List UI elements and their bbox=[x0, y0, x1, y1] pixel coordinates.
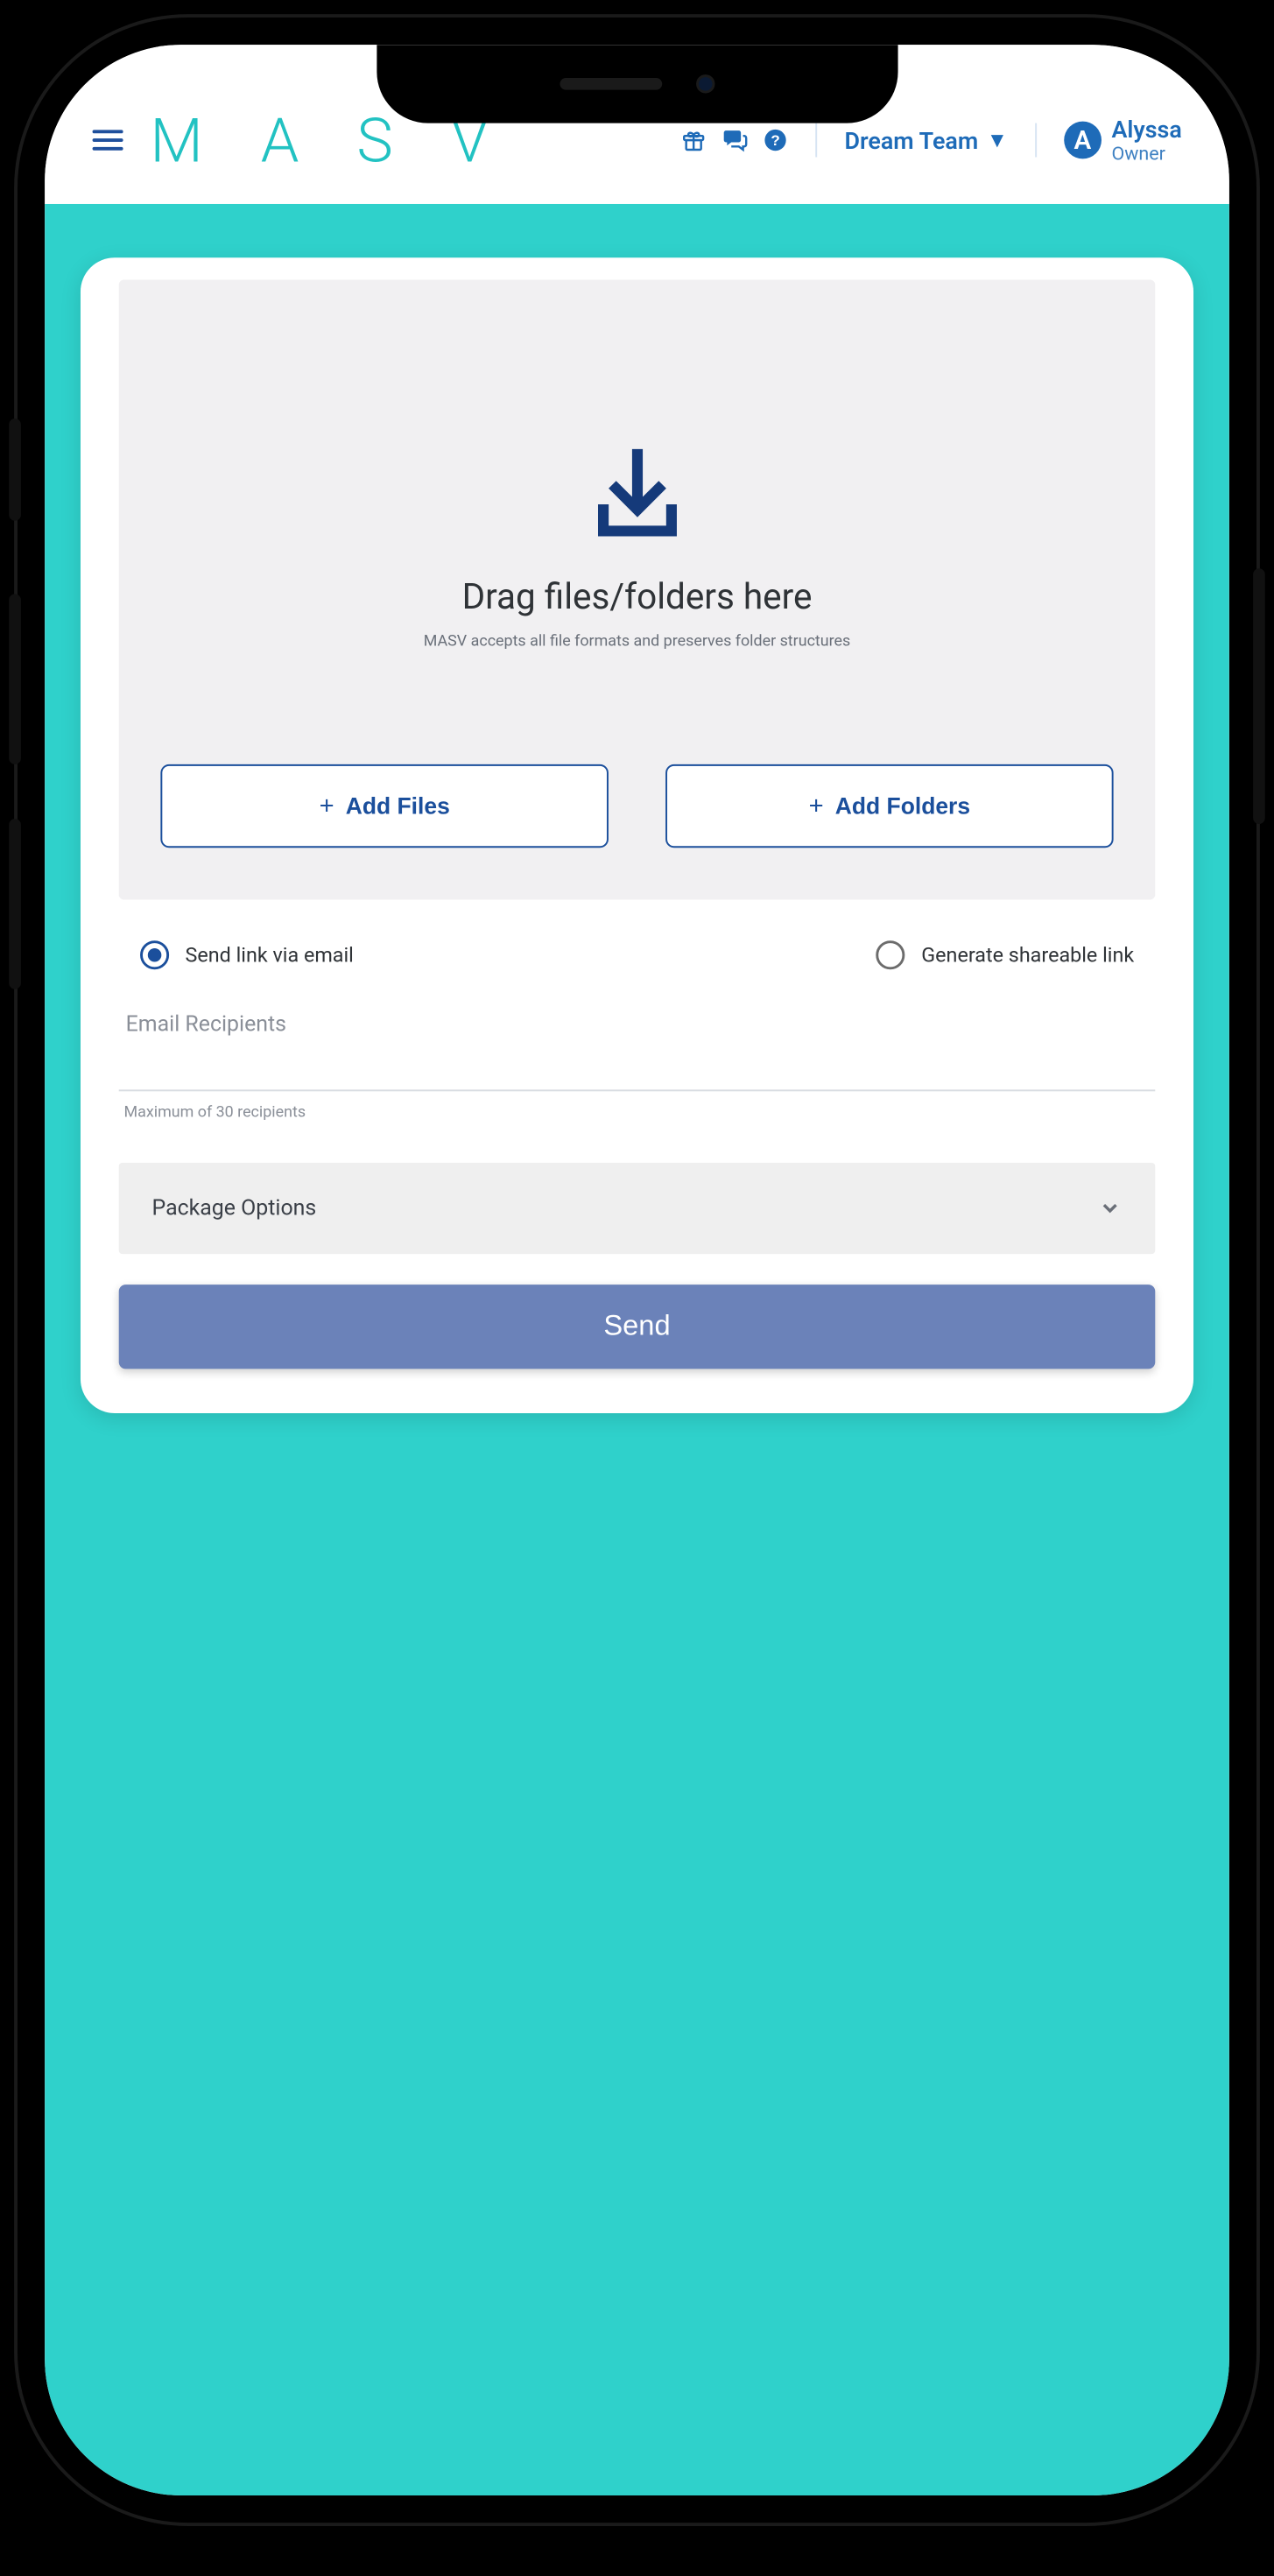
phone-notch bbox=[377, 45, 897, 123]
radio-link-option[interactable]: Generate shareable link bbox=[876, 940, 1135, 969]
radio-icon bbox=[140, 940, 169, 969]
file-dropzone[interactable]: Drag files/folders here MASV accepts all… bbox=[119, 280, 1155, 900]
menu-icon[interactable] bbox=[92, 130, 123, 151]
team-name: Dream Team bbox=[845, 126, 979, 154]
dropzone-subtitle: MASV accepts all file formats and preser… bbox=[424, 632, 851, 650]
app-body: Drag files/folders here MASV accepts all… bbox=[45, 204, 1229, 2495]
caret-down-icon: ▼ bbox=[987, 128, 1008, 152]
gift-icon[interactable] bbox=[681, 128, 707, 153]
add-files-label: Add Files bbox=[346, 792, 450, 820]
divider bbox=[815, 123, 817, 158]
phone-side-button bbox=[9, 820, 21, 990]
radio-email-label: Send link via email bbox=[186, 943, 354, 967]
phone-frame: M A S V bbox=[18, 18, 1256, 2523]
add-folders-button[interactable]: + Add Folders bbox=[665, 764, 1113, 848]
email-recipients-field: Email Recipients Maximum of 30 recipient… bbox=[119, 1011, 1155, 1122]
plus-icon: + bbox=[809, 792, 824, 820]
download-tray-icon bbox=[586, 446, 688, 548]
team-selector[interactable]: Dream Team ▼ bbox=[845, 126, 1008, 154]
user-role: Owner bbox=[1111, 144, 1181, 165]
user-name: Alyssa bbox=[1111, 116, 1181, 144]
dropzone-title: Drag files/folders here bbox=[462, 576, 813, 618]
phone-side-button bbox=[9, 419, 21, 521]
radio-link-label: Generate shareable link bbox=[921, 943, 1134, 967]
add-files-button[interactable]: + Add Files bbox=[160, 764, 608, 848]
email-label: Email Recipients bbox=[119, 1011, 1155, 1037]
chat-icon[interactable] bbox=[721, 128, 747, 153]
send-button[interactable]: Send bbox=[119, 1284, 1155, 1369]
phone-side-button bbox=[9, 594, 21, 764]
help-icon[interactable]: ? bbox=[763, 128, 788, 153]
upload-card: Drag files/folders here MASV accepts all… bbox=[81, 257, 1194, 1413]
svg-text:?: ? bbox=[771, 133, 780, 150]
package-options-toggle[interactable]: Package Options bbox=[119, 1163, 1155, 1254]
package-options-label: Package Options bbox=[152, 1195, 317, 1221]
plus-icon: + bbox=[320, 792, 334, 820]
divider bbox=[1035, 123, 1037, 158]
delivery-method: Send link via email Generate shareable l… bbox=[119, 899, 1155, 1011]
send-label: Send bbox=[603, 1311, 670, 1342]
email-input[interactable] bbox=[119, 1037, 1155, 1091]
radio-icon bbox=[876, 940, 905, 969]
chevron-down-icon bbox=[1098, 1196, 1122, 1220]
phone-side-button bbox=[1253, 568, 1265, 824]
add-folders-label: Add Folders bbox=[835, 792, 970, 820]
avatar: A bbox=[1064, 122, 1102, 159]
email-hint: Maximum of 30 recipients bbox=[119, 1091, 1155, 1122]
user-menu[interactable]: A Alyssa Owner bbox=[1064, 116, 1182, 165]
radio-email-option[interactable]: Send link via email bbox=[140, 940, 354, 969]
